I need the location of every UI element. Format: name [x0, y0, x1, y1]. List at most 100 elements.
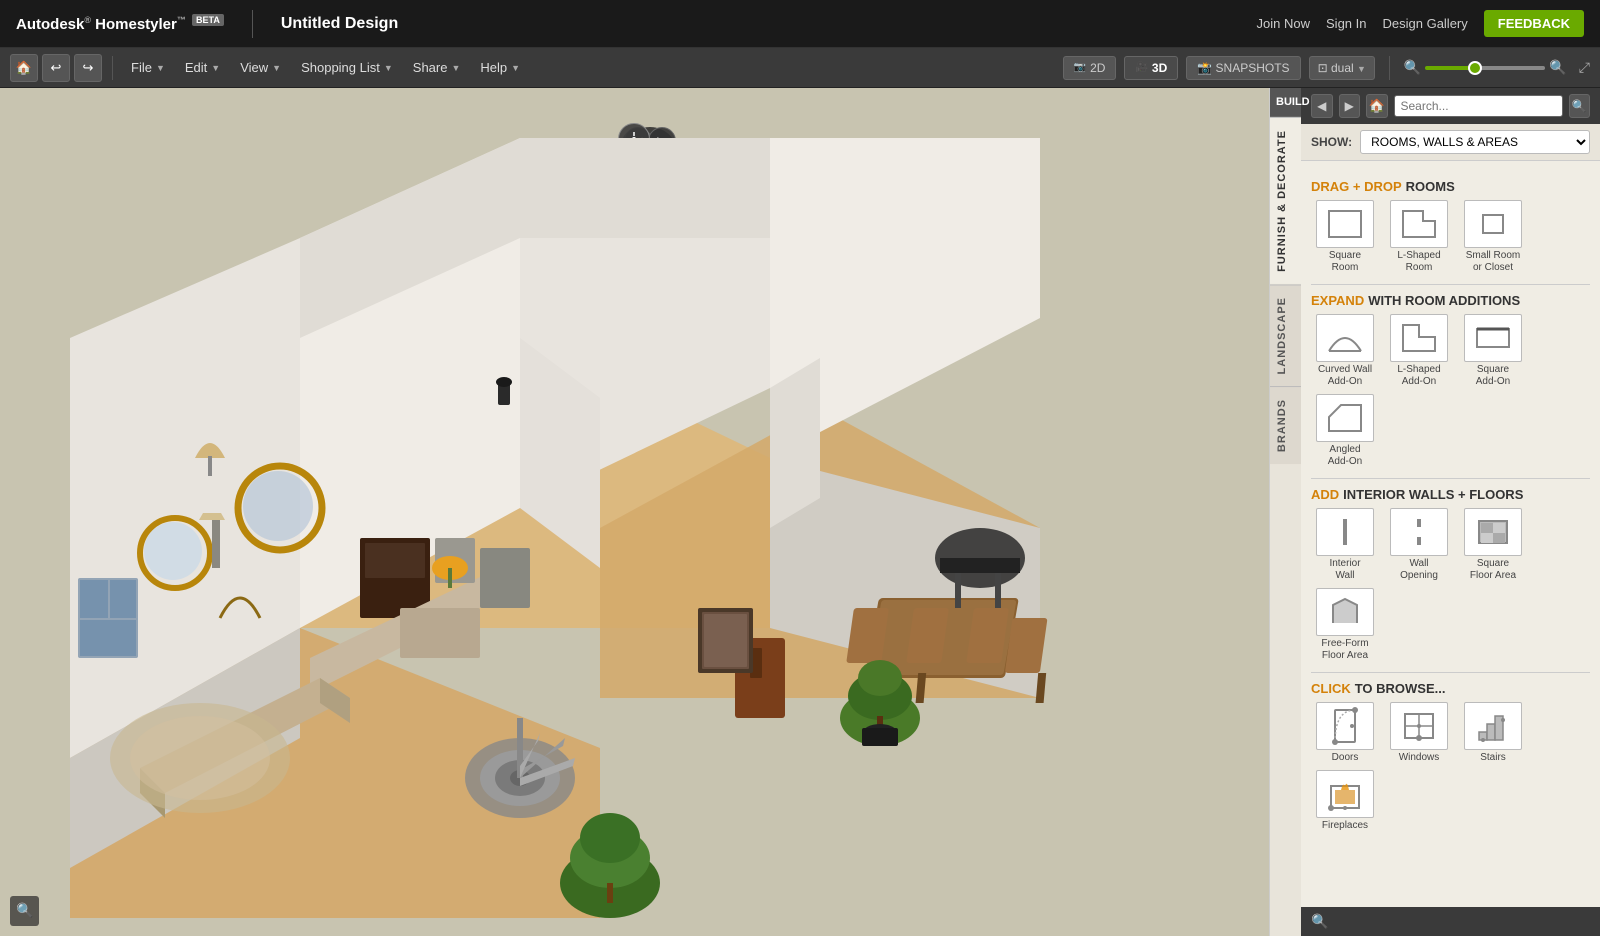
small-room-item[interactable]: Small Roomor Closet — [1459, 200, 1527, 274]
square-room-item[interactable]: SquareRoom — [1311, 200, 1379, 274]
interior-walls-title: ADD INTERIOR WALLS + FLOORS — [1311, 487, 1590, 502]
logo-text: Autodesk® Homestyler™ BETA — [16, 15, 224, 33]
free-form-floor-item[interactable]: Free-FormFloor Area — [1311, 588, 1379, 662]
free-form-floor-icon — [1316, 588, 1374, 636]
dual-arrow: ▼ — [1357, 64, 1366, 74]
l-shaped-room-icon — [1390, 200, 1448, 248]
shopping-list-arrow: ▼ — [384, 63, 393, 73]
panel-home-button[interactable]: 🏠 — [1366, 94, 1388, 118]
wall-opening-label: WallOpening — [1400, 558, 1438, 582]
edit-menu[interactable]: Edit ▼ — [177, 56, 228, 79]
undo-button[interactable]: ↩ — [42, 54, 70, 82]
redo-button[interactable]: ↪ — [74, 54, 102, 82]
curved-wall-icon — [1316, 314, 1374, 362]
landscape-tab[interactable]: LANDSCAPE — [1270, 284, 1301, 386]
zoom-bar: 🔍 🔍 — [1404, 59, 1567, 76]
canvas-search-button[interactable]: 🔍 — [10, 896, 39, 926]
feedback-button[interactable]: FEEDBACK — [1484, 10, 1584, 37]
wall-opening-icon — [1390, 508, 1448, 556]
view-3d-button[interactable]: 🎥 3D — [1124, 56, 1178, 80]
panel-header: ◀ ▶ 🏠 🔍 — [1301, 88, 1600, 124]
panel-forward-button[interactable]: ▶ — [1339, 94, 1361, 118]
view-2d-button[interactable]: 📷 2D — [1063, 56, 1117, 80]
top-right-links: Join Now Sign In Design Gallery FEEDBACK — [1257, 10, 1584, 37]
zoom-in-icon[interactable]: 🔍 — [1549, 59, 1566, 76]
build-tab[interactable]: BUILD — [1270, 88, 1301, 117]
square-room-icon — [1316, 200, 1374, 248]
sign-in-link[interactable]: Sign In — [1326, 16, 1366, 31]
toolbar: 🏠 ↩ ↪ File ▼ Edit ▼ View ▼ Shopping List… — [0, 48, 1600, 88]
top-bar: Autodesk® Homestyler™ BETA Untitled Desi… — [0, 0, 1600, 48]
home-toolbar-button[interactable]: 🏠 — [10, 54, 38, 82]
file-menu[interactable]: File ▼ — [123, 56, 173, 79]
browse-grid: Doors Windows — [1311, 702, 1590, 832]
help-menu-arrow: ▼ — [511, 63, 520, 73]
zoom-out-icon[interactable]: 🔍 — [1404, 59, 1421, 76]
furnish-decorate-tab[interactable]: FURNISH & DECORATE — [1270, 117, 1301, 284]
l-shaped-addon-item[interactable]: L-ShapedAdd-On — [1385, 314, 1453, 388]
help-menu[interactable]: Help ▼ — [472, 56, 528, 79]
square-floor-item[interactable]: SquareFloor Area — [1459, 508, 1527, 582]
shopping-list-menu[interactable]: Shopping List ▼ — [293, 56, 401, 79]
snapshots-button[interactable]: 📸 SNAPSHOTS — [1186, 56, 1300, 80]
windows-item[interactable]: Windows — [1385, 702, 1453, 764]
join-now-link[interactable]: Join Now — [1257, 16, 1310, 31]
drag-drop-rooms-title: DRAG + DROP ROOMS — [1311, 179, 1590, 194]
l-shaped-addon-label: L-ShapedAdd-On — [1397, 364, 1440, 388]
small-room-label: Small Roomor Closet — [1466, 250, 1520, 274]
main-content: ↺ ↻ ▲ ▼ ◀ ▶ — [0, 88, 1600, 936]
l-shaped-addon-icon — [1390, 314, 1448, 362]
dual-button[interactable]: ⊡ dual ▼ — [1309, 56, 1375, 80]
interior-wall-item[interactable]: InteriorWall — [1311, 508, 1379, 582]
design-gallery-link[interactable]: Design Gallery — [1383, 16, 1468, 31]
panel-back-button[interactable]: ◀ — [1311, 94, 1333, 118]
curved-wall-item[interactable]: Curved WallAdd-On — [1311, 314, 1379, 388]
square-floor-label: SquareFloor Area — [1470, 558, 1516, 582]
free-form-floor-label: Free-FormFloor Area — [1321, 638, 1368, 662]
divider-2 — [1311, 478, 1590, 479]
file-menu-arrow: ▼ — [156, 63, 165, 73]
beta-badge: BETA — [192, 14, 224, 26]
wall-opening-item[interactable]: WallOpening — [1385, 508, 1453, 582]
logo-area: Autodesk® Homestyler™ BETA Untitled Desi… — [16, 10, 398, 38]
windows-icon — [1390, 702, 1448, 750]
right-panel: BUILD FURNISH & DECORATE LANDSCAPE BRAND… — [1300, 88, 1600, 936]
show-select[interactable]: ROOMS, WALLS & AREAS WALLS ONLY ALL — [1360, 130, 1590, 154]
logo-separator — [252, 10, 253, 38]
interior-walls-grid: InteriorWall WallOpening — [1311, 508, 1590, 662]
brands-tab[interactable]: BRANDS — [1270, 386, 1301, 464]
stairs-icon — [1464, 702, 1522, 750]
bottom-search-icon[interactable]: 🔍 — [1311, 913, 1328, 930]
camera-2d-icon: 📷 — [1074, 62, 1086, 73]
angled-addon-item[interactable]: AngledAdd-On — [1311, 394, 1379, 468]
panel-content: DRAG + DROP ROOMS SquareRoom — [1301, 161, 1600, 907]
drag-drop-rooms-grid: SquareRoom L-ShapedRoom — [1311, 200, 1590, 274]
square-floor-icon — [1464, 508, 1522, 556]
camera-icon: 📸 — [1197, 61, 1212, 75]
expand-icon[interactable]: ⤢ — [1579, 59, 1590, 76]
panel-bottom-search: 🔍 — [1301, 907, 1600, 936]
zoom-slider[interactable] — [1425, 66, 1545, 70]
l-shaped-room-label: L-ShapedRoom — [1397, 250, 1440, 274]
expand-rooms-title: EXPAND WITH ROOM ADDITIONS — [1311, 293, 1590, 308]
canvas-area[interactable]: ↺ ↻ ▲ ▼ ◀ ▶ — [0, 88, 1300, 936]
panel-search-button[interactable]: 🔍 — [1569, 94, 1591, 118]
stairs-item[interactable]: Stairs — [1459, 702, 1527, 764]
doors-item[interactable]: Doors — [1311, 702, 1379, 764]
l-shaped-room-item[interactable]: L-ShapedRoom — [1385, 200, 1453, 274]
angled-addon-icon — [1316, 394, 1374, 442]
fireplaces-icon — [1316, 770, 1374, 818]
interior-wall-icon — [1316, 508, 1374, 556]
show-label: SHOW: — [1311, 135, 1352, 149]
divider-3 — [1311, 672, 1590, 673]
fireplaces-item[interactable]: Fireplaces — [1311, 770, 1379, 832]
angled-addon-label: AngledAdd-On — [1328, 444, 1362, 468]
toolbar-separator-1 — [112, 56, 113, 80]
share-menu[interactable]: Share ▼ — [405, 56, 469, 79]
edit-menu-arrow: ▼ — [211, 63, 220, 73]
panel-search-input[interactable] — [1394, 95, 1563, 117]
doors-label: Doors — [1332, 752, 1359, 764]
square-addon-item[interactable]: SquareAdd-On — [1459, 314, 1527, 388]
design-title: Untitled Design — [281, 15, 398, 33]
view-menu[interactable]: View ▼ — [232, 56, 289, 79]
